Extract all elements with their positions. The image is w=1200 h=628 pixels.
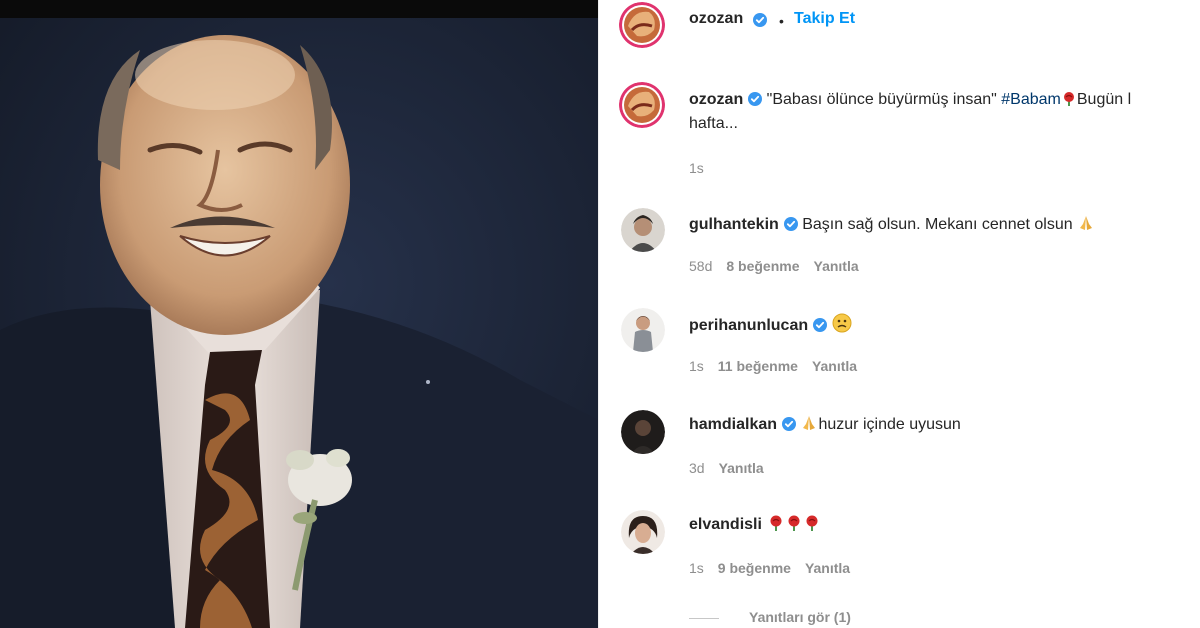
post-header: ozozan • Takip Et: [599, 0, 1200, 48]
comment-body: Başın sağ olsun. Mekanı cennet olsun: [802, 216, 1073, 233]
separator-dot: •: [779, 13, 784, 29]
commenter-username[interactable]: gulhantekin: [689, 216, 779, 233]
comment-meta: 3d Yanıtla: [689, 460, 778, 476]
comment-likes[interactable]: 8 beğenme: [726, 258, 799, 274]
commenter-username[interactable]: elvandisli: [689, 516, 762, 533]
caption-body: ozozan "Babası ölünce büyürmüş insan" #B…: [689, 88, 1200, 136]
caption-more[interactable]: hafta...: [689, 115, 738, 132]
three-roses-icon: [770, 515, 818, 531]
caption-continued: Bugün l: [1076, 91, 1132, 108]
photo-top-strip: [0, 0, 598, 18]
verified-badge-icon: [782, 417, 797, 431]
comment-meta: 1s 11 beğenme Yanıtla: [689, 358, 871, 374]
comment-row: hamdialkan huzur içinde uyusun 3d Yanıtla: [599, 410, 1200, 480]
comment-timestamp: 1s: [689, 358, 704, 374]
author-avatar[interactable]: [619, 82, 665, 128]
caption-timestamp: 1s: [689, 160, 704, 176]
comment-body: huzur içinde uyusun: [818, 416, 961, 433]
commenter-username[interactable]: perihanunlucan: [689, 317, 808, 334]
verified-badge-icon: [783, 217, 798, 231]
comment-timestamp: 1s: [689, 560, 704, 576]
reply-button[interactable]: Yanıtla: [719, 460, 764, 476]
commenter-avatar[interactable]: [621, 410, 665, 454]
comment-row: elvandisli 1s 9 beğenme Yanıtla: [599, 510, 1200, 580]
comment-timestamp: 3d: [689, 460, 705, 476]
commenter-avatar[interactable]: [621, 510, 665, 554]
comment-text-line: elvandisli: [689, 513, 822, 537]
caption-text: "Babası ölünce büyürmüş insan": [766, 91, 1002, 108]
verified-badge-icon: [753, 13, 767, 27]
comment-likes[interactable]: 11 beğenme: [718, 358, 798, 374]
photo-illustration: [0, 0, 598, 628]
comment-timestamp: 58d: [689, 258, 713, 274]
caption-meta: 1s: [689, 160, 718, 176]
commenter-username[interactable]: hamdialkan: [689, 416, 777, 433]
reply-button[interactable]: Yanıtla: [812, 358, 857, 374]
commenter-avatar[interactable]: [621, 308, 665, 352]
verified-badge-icon: [748, 92, 763, 106]
sad-face-icon: [832, 313, 852, 333]
comment-meta: 1s 9 beğenme Yanıtla: [689, 560, 864, 576]
comment-row: gulhantekin Başın sağ olsun. Mekanı cenn…: [599, 208, 1200, 278]
caption-hashtag[interactable]: #Babam: [1001, 91, 1061, 108]
reply-button[interactable]: Yanıtla: [805, 560, 850, 576]
rose-icon: [1063, 92, 1074, 106]
caption-username[interactable]: ozozan: [689, 91, 743, 108]
author-username[interactable]: ozozan: [689, 10, 743, 28]
commenter-avatar[interactable]: [621, 208, 665, 252]
post-photo[interactable]: [0, 0, 598, 628]
praying-hands-icon: [1080, 216, 1093, 230]
verified-badge-icon: [813, 318, 828, 332]
replies-divider: [689, 618, 719, 619]
post-caption: ozozan "Babası ölünce büyürmüş insan" #B…: [599, 80, 1200, 180]
follow-button[interactable]: Takip Et: [794, 10, 855, 28]
view-replies-button[interactable]: Yanıtları gör (1): [749, 609, 851, 625]
praying-hands-icon: [803, 416, 816, 430]
author-avatar[interactable]: [619, 2, 665, 48]
comment-text-line: gulhantekin Başın sağ olsun. Mekanı cenn…: [689, 213, 1095, 237]
comment-text-line: perihanunlucan: [689, 313, 852, 338]
reply-button[interactable]: Yanıtla: [814, 258, 859, 274]
comment-text-line: hamdialkan huzur içinde uyusun: [689, 413, 961, 437]
comment-row: perihanunlucan 1s 11 beğenme Yanıtla: [599, 308, 1200, 378]
comment-likes[interactable]: 9 beğenme: [718, 560, 791, 576]
comment-meta: 58d 8 beğenme Yanıtla: [689, 258, 873, 274]
comments-panel: ozozan • Takip Et ozozan "Babası ölünce …: [598, 0, 1200, 628]
